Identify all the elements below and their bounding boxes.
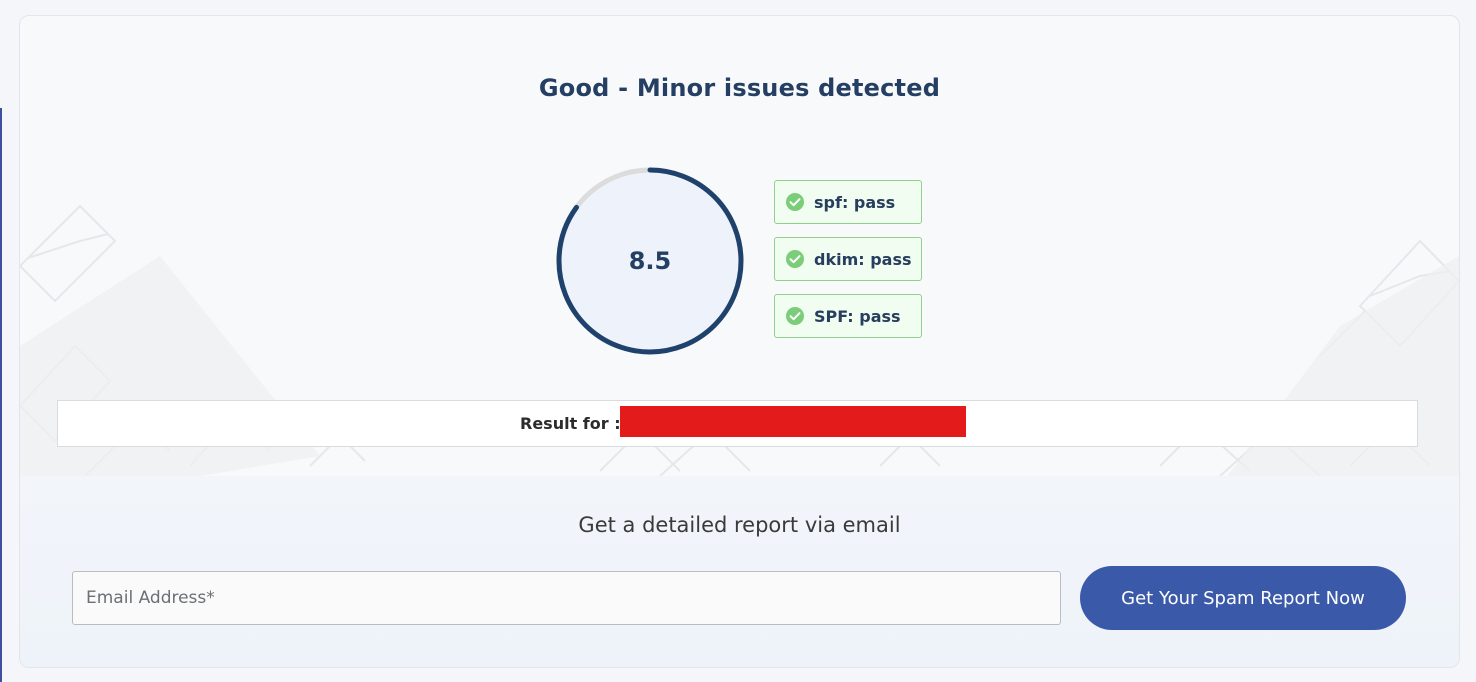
email-address-input[interactable] <box>72 571 1061 625</box>
check-badge-spf: spf: pass <box>774 180 922 224</box>
check-circle-icon <box>786 193 804 211</box>
get-spam-report-button[interactable]: Get Your Spam Report Now <box>1080 566 1406 630</box>
spam-score-value: 8.5 <box>628 247 672 275</box>
auth-checks-list: spf: pass dkim: pass SPF: pass <box>774 180 924 351</box>
result-for-label: Result for : <box>520 414 621 433</box>
check-circle-icon <box>786 250 804 268</box>
check-circle-icon <box>786 307 804 325</box>
redacted-domain <box>620 406 966 437</box>
result-for-bar: Result for : <box>57 400 1418 447</box>
app-window: Good - Minor issues detected 8.5 spf: pa… <box>0 0 1476 682</box>
result-status-title: Good - Minor issues detected <box>538 74 941 102</box>
check-badge-spf-upper: SPF: pass <box>774 294 922 338</box>
check-badge-dkim: dkim: pass <box>774 237 922 281</box>
check-label: SPF: pass <box>814 306 901 326</box>
check-label: spf: pass <box>814 192 896 212</box>
spam-check-result-card: Good - Minor issues detected 8.5 spf: pa… <box>19 15 1460 668</box>
check-label: dkim: pass <box>814 249 912 269</box>
email-report-heading: Get a detailed report via email <box>578 513 901 537</box>
window-edge <box>0 108 2 682</box>
